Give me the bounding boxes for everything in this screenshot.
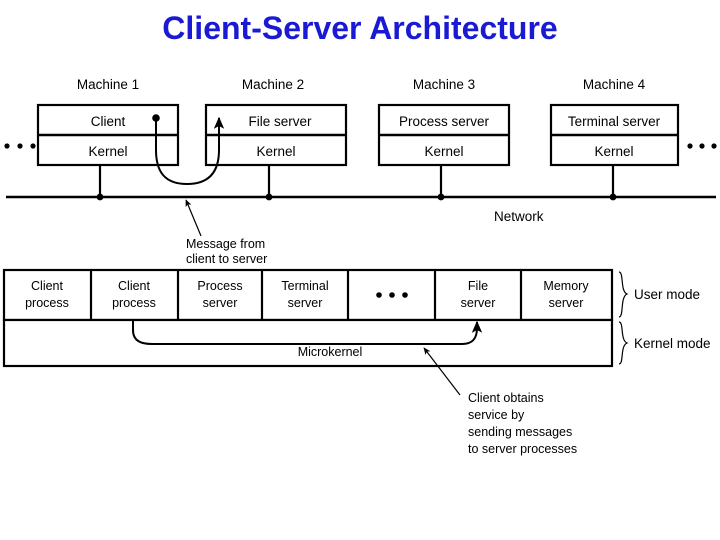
network-label: Network bbox=[494, 209, 544, 224]
network-junction-4 bbox=[609, 193, 617, 201]
right-ellipsis-icon bbox=[687, 143, 717, 149]
client-obtains-line4: to server processes bbox=[468, 442, 577, 456]
user-mode-brace bbox=[618, 271, 629, 318]
machine-caption-2: Machine 2 bbox=[242, 77, 304, 92]
machine-3-bottom-label: Kernel bbox=[424, 144, 463, 159]
network-junction-3 bbox=[437, 193, 445, 201]
user-cell-7-line1: Memory bbox=[543, 279, 589, 293]
user-cell-1-line2: process bbox=[25, 296, 69, 310]
user-mode-label: User mode bbox=[634, 287, 700, 302]
user-cell-2-line1: Client bbox=[118, 279, 150, 293]
user-cell-3-line2: server bbox=[203, 296, 238, 310]
kernel-mode-label: Kernel mode bbox=[634, 336, 711, 351]
message-annotation-pointer bbox=[185, 199, 202, 237]
machine-caption-3: Machine 3 bbox=[413, 77, 475, 92]
client-obtains-line1: Client obtains bbox=[468, 391, 544, 405]
network-junction-2 bbox=[265, 193, 273, 201]
user-cell-4-line1: Terminal bbox=[281, 279, 328, 293]
user-cell-ellipsis-icon bbox=[376, 292, 408, 298]
microkernel-label: Microkernel bbox=[298, 345, 363, 359]
machine-caption-4: Machine 4 bbox=[583, 77, 646, 92]
architecture-diagram: Machine 1 Machine 2 Machine 3 Machine 4 … bbox=[2, 77, 717, 456]
user-cell-4-line2: server bbox=[288, 296, 323, 310]
message-annotation-line2: client to server bbox=[186, 252, 267, 266]
machine-box-4: Terminal server Kernel bbox=[549, 103, 680, 167]
client-obtains-line3: sending messages bbox=[468, 425, 572, 439]
machine-4-top-label: Terminal server bbox=[568, 114, 661, 129]
machine-2-bottom-label: Kernel bbox=[256, 144, 295, 159]
client-obtains-line2: service by bbox=[468, 408, 525, 422]
message-annotation-line1: Message from bbox=[186, 237, 265, 251]
kernel-mode-brace bbox=[618, 321, 629, 365]
machine-box-3: Process server Kernel bbox=[377, 103, 511, 167]
user-cell-1-line1: Client bbox=[31, 279, 63, 293]
machine-box-2: File server Kernel bbox=[204, 103, 348, 167]
left-ellipsis-icon bbox=[4, 143, 36, 149]
user-cell-6-line2: server bbox=[461, 296, 496, 310]
user-cell-3-line1: Process bbox=[197, 279, 242, 293]
user-cell-7-line2: server bbox=[549, 296, 584, 310]
user-cell-6-line1: File bbox=[468, 279, 488, 293]
machine-caption-1: Machine 1 bbox=[77, 77, 139, 92]
slide-canvas: Client-Server Architecture Machine 1 Mac… bbox=[0, 0, 720, 540]
machine-2-top-label: File server bbox=[248, 114, 312, 129]
network-junction-1 bbox=[96, 193, 104, 201]
user-cell-2-line2: process bbox=[112, 296, 156, 310]
machine-1-bottom-label: Kernel bbox=[88, 144, 127, 159]
machine-4-bottom-label: Kernel bbox=[594, 144, 633, 159]
machine-1-top-label: Client bbox=[91, 114, 126, 129]
machine-3-top-label: Process server bbox=[399, 114, 490, 129]
